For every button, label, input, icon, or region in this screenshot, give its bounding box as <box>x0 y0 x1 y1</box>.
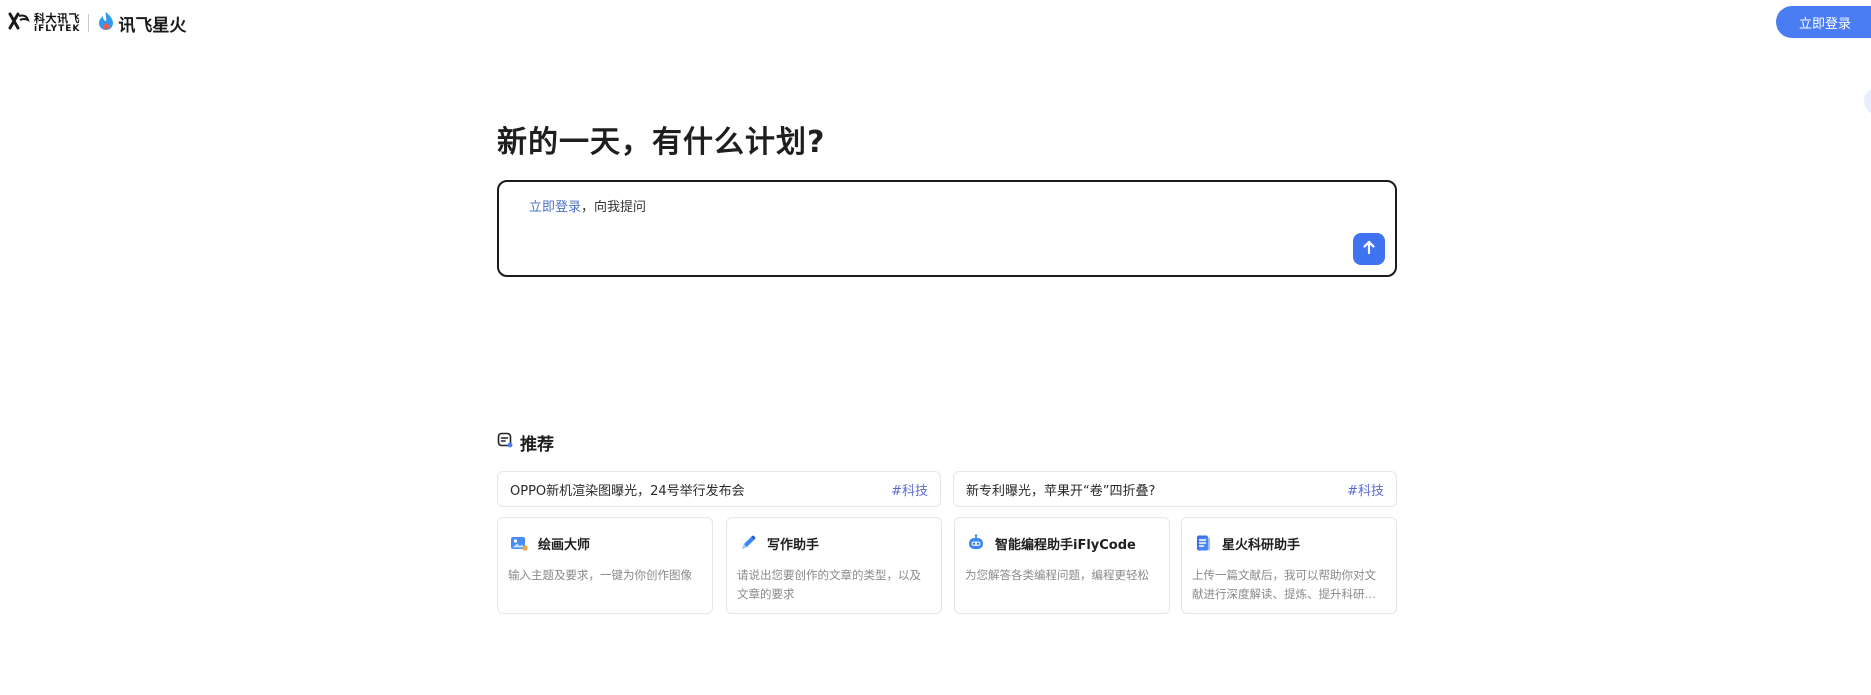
card-description: 为您解答各类编程问题，编程更轻松 <box>965 568 1149 582</box>
input-login-link[interactable]: 立即登录 <box>529 200 581 215</box>
input-prompt-suffix: ，向我提问 <box>581 200 647 215</box>
robot-icon <box>965 532 987 554</box>
recommend-heading: 推荐 <box>497 430 554 455</box>
spark-logo-text: 讯飞星火 <box>118 15 187 36</box>
arrow-up-icon <box>1361 239 1377 259</box>
card-description: 输入主题及要求，一键为你创作图像 <box>508 568 692 582</box>
iflytek-logo-cn: 科大讯飞 <box>34 11 80 25</box>
page-title: 新的一天，有什么计划? <box>497 125 826 160</box>
logo-divider <box>88 14 90 32</box>
assistant-card-writing[interactable]: 写作助手 请说出您要创作的文章的类型，以及文章的要求 <box>726 517 942 614</box>
news-item[interactable]: 新专利曝光，苹果开“卷”四折叠? #科技 <box>953 471 1397 507</box>
recommend-title: 推荐 <box>520 435 554 455</box>
iflytek-logo[interactable]: 科大讯飞 iFLYTEK <box>8 12 80 34</box>
input-placeholder: 立即登录，向我提问 <box>529 196 646 215</box>
send-button[interactable] <box>1353 233 1385 265</box>
assistant-card-research[interactable]: 星火科研助手 上传一篇文献后，我可以帮助你对文献进行深度解读、提炼、提升科研效率 <box>1181 517 1397 614</box>
recommend-icon <box>497 432 513 453</box>
card-description: 请说出您要创作的文章的类型，以及文章的要求 <box>737 568 921 601</box>
card-title: 星火科研助手 <box>1222 537 1301 553</box>
logo-group[interactable]: 科大讯飞 iFLYTEK 讯飞星火 <box>8 10 186 36</box>
assistant-card-coding[interactable]: 智能编程助手iFlyCode 为您解答各类编程问题，编程更轻松 <box>954 517 1170 614</box>
iflytek-logo-en: iFLYTEK <box>34 23 81 34</box>
news-item[interactable]: OPPO新机渲染图曝光，24号举行发布会 #科技 <box>497 471 941 507</box>
spark-logo[interactable]: 讯飞星火 <box>97 11 186 36</box>
spark-flame-icon <box>97 11 115 35</box>
news-tag[interactable]: #科技 <box>891 480 928 499</box>
page: 科大讯飞 iFLYTEK 讯飞星火 立即登录 新的一天，有什么计划? 立即登录，… <box>0 0 1871 695</box>
card-title: 绘画大师 <box>538 537 591 553</box>
pen-icon <box>737 532 759 554</box>
news-text: OPPO新机渲染图曝光，24号举行发布会 <box>510 483 745 499</box>
paint-icon <box>508 532 530 554</box>
login-button[interactable]: 立即登录 <box>1776 6 1871 38</box>
chat-input-box[interactable]: 立即登录，向我提问 <box>497 180 1397 277</box>
assistant-card-painting[interactable]: 绘画大师 输入主题及要求，一键为你创作图像 <box>497 517 713 614</box>
iflytek-mark-icon <box>8 12 30 34</box>
document-icon <box>1192 532 1214 554</box>
side-float-widget[interactable] <box>1864 87 1871 115</box>
news-text: 新专利曝光，苹果开“卷”四折叠? <box>966 483 1156 499</box>
news-tag[interactable]: #科技 <box>1347 480 1384 499</box>
card-description: 上传一篇文献后，我可以帮助你对文献进行深度解读、提炼、提升科研效率 <box>1192 568 1376 601</box>
card-title: 写作助手 <box>767 537 820 553</box>
card-title: 智能编程助手iFlyCode <box>995 537 1136 553</box>
